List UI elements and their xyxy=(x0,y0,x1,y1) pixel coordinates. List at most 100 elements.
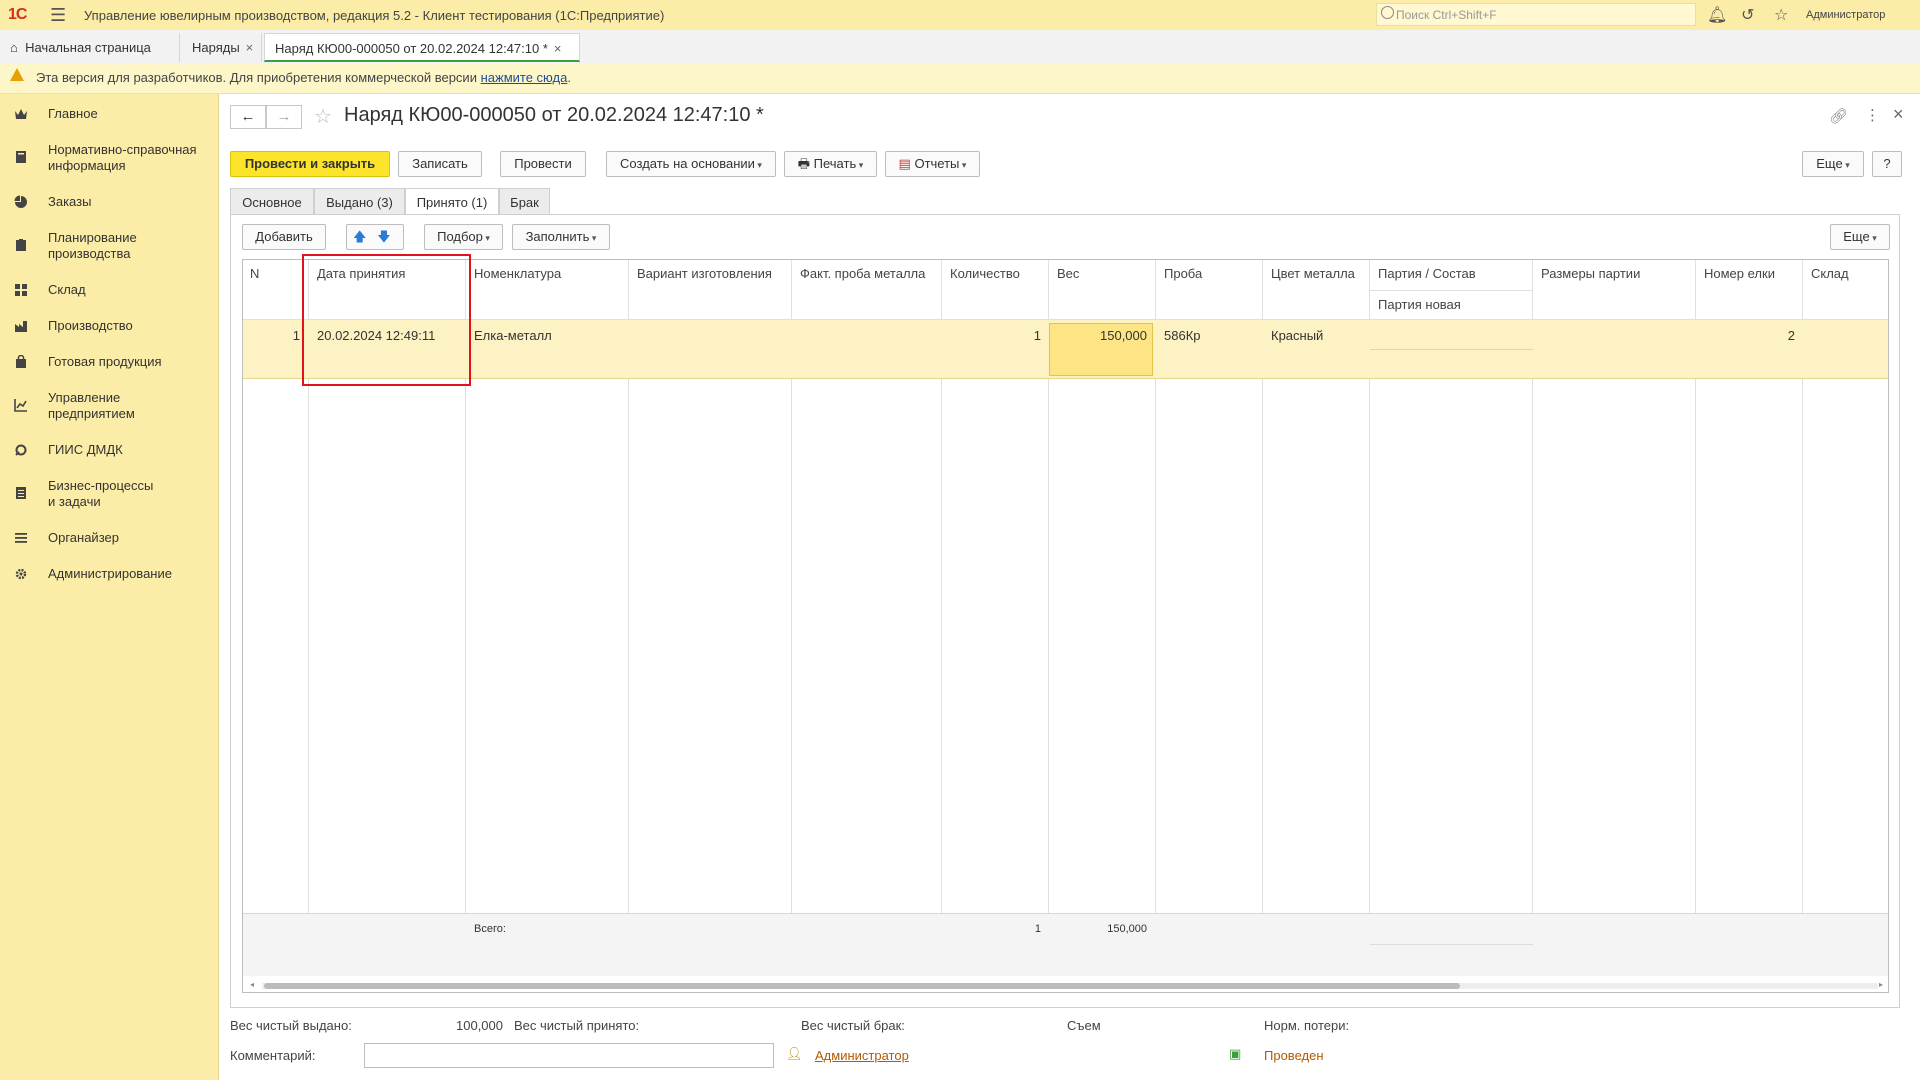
sidebar-item-label: Органайзер xyxy=(48,530,119,545)
table-more-button[interactable]: Еще xyxy=(1830,224,1890,250)
close-form-icon[interactable]: × xyxy=(1893,104,1904,125)
printer-icon: 🖶 xyxy=(797,156,811,171)
removal-label: Съем xyxy=(1067,1018,1101,1033)
net-received-label: Вес чистый принято: xyxy=(514,1018,640,1033)
tab-naryady[interactable]: Наряды × xyxy=(182,33,262,62)
tab-issued[interactable]: Выдано (3) xyxy=(314,188,405,215)
reports-label: Отчеты xyxy=(914,156,966,171)
tab-home[interactable]: ⌂ Начальная страница xyxy=(0,33,180,62)
cell-n[interactable]: 1 xyxy=(243,328,300,343)
factory-icon xyxy=(15,321,27,332)
column-header-warehouse[interactable]: Склад xyxy=(1811,266,1849,281)
scroll-right-icon[interactable]: ▸ xyxy=(1879,980,1883,989)
grid-icon xyxy=(15,284,27,296)
comment-label: Комментарий: xyxy=(230,1048,316,1063)
column-header-batch-size[interactable]: Размеры партии xyxy=(1541,266,1640,281)
save-button[interactable]: Записать xyxy=(398,151,482,177)
add-row-button[interactable]: Добавить xyxy=(242,224,326,250)
history-icon[interactable]: ↺ xyxy=(1741,5,1754,25)
favorites-star-icon[interactable]: ☆ xyxy=(1774,5,1788,25)
footer-total-label: Всего: xyxy=(474,923,506,935)
move-down-icon[interactable]: 🡇 xyxy=(377,229,390,244)
search-placeholder: Поиск Ctrl+Shift+F xyxy=(1396,8,1497,22)
scrollbar-thumb[interactable] xyxy=(264,983,1460,989)
list-icon xyxy=(16,487,26,499)
cell-proba[interactable]: 586Кр xyxy=(1164,328,1201,343)
net-issued-label: Вес чистый выдано: xyxy=(230,1018,352,1033)
column-header-weight[interactable]: Вес xyxy=(1057,266,1079,281)
footer-quantity: 1 xyxy=(1034,923,1041,935)
sidebar-item-label: Нормативно-справочная информация xyxy=(48,142,197,173)
banner-tail: . xyxy=(567,70,571,85)
more-vertical-icon[interactable]: ⋮ xyxy=(1865,106,1880,124)
move-buttons: 🡅 🡇 xyxy=(346,224,404,250)
create-based-on-button[interactable]: Создать на основании xyxy=(606,151,776,177)
column-header-n[interactable]: N xyxy=(250,266,259,281)
author-link[interactable]: Администратор xyxy=(815,1048,909,1063)
comment-field[interactable] xyxy=(364,1043,774,1068)
form-title: Наряд КЮ00-000050 от 20.02.2024 12:47:10… xyxy=(344,104,764,126)
sidebar-item-label: ГИИС ДМДК xyxy=(48,442,123,457)
document-status: Проведен xyxy=(1264,1048,1324,1063)
print-button[interactable]: 🖶 Печать xyxy=(784,151,877,177)
tab-naryady-label: Наряды xyxy=(192,40,240,55)
column-header-batch[interactable]: Партия / Состав xyxy=(1378,266,1476,281)
posted-status-icon: ▣ xyxy=(1229,1046,1242,1061)
sidebar-item-label: Склад xyxy=(48,282,86,297)
tab-received[interactable]: Принято (1) xyxy=(405,188,499,215)
norm-loss-label: Норм. потери: xyxy=(1264,1018,1350,1033)
banner-message: Эта версия для разработчиков. Для приобр… xyxy=(36,70,477,85)
move-up-icon[interactable]: 🡅 xyxy=(353,229,366,244)
sidebar-item-label: Администрирование xyxy=(48,566,172,581)
column-header-variant[interactable]: Вариант изготовления xyxy=(637,266,772,281)
report-icon: ▤ xyxy=(898,156,911,171)
footer-weight: 150,000 xyxy=(1107,923,1147,935)
sidebar-item-label: Бизнес-процессы и задачи xyxy=(48,478,154,509)
fill-button[interactable]: Заполнить xyxy=(512,224,610,250)
column-header-fact-proba[interactable]: Факт. проба металла xyxy=(800,266,925,281)
batch-cell-divider xyxy=(1370,349,1533,350)
close-icon[interactable]: × xyxy=(554,41,562,56)
tab-document[interactable]: Наряд КЮ00-000050 от 20.02.2024 12:47:10… xyxy=(264,33,580,62)
column-header-metal-color[interactable]: Цвет металла xyxy=(1271,266,1355,281)
column-header-tree-number[interactable]: Номер елки xyxy=(1704,266,1775,281)
organizer-icon xyxy=(15,533,27,543)
post-and-close-button[interactable]: Провести и закрыть xyxy=(230,151,390,177)
favorite-star-icon[interactable]: ☆ xyxy=(314,104,332,129)
forward-button[interactable]: → xyxy=(266,105,302,129)
net-issued-value: 100,000 xyxy=(456,1018,503,1033)
bell-icon[interactable]: 🔔︎ xyxy=(1707,5,1727,25)
tab-defect[interactable]: Брак xyxy=(499,188,550,215)
footer-divider xyxy=(1370,944,1533,945)
cell-weight[interactable]: 150,000 xyxy=(1049,328,1147,343)
scroll-left-icon[interactable]: ◂ xyxy=(250,980,254,989)
column-header-proba[interactable]: Проба xyxy=(1164,266,1202,281)
batch-header-divider xyxy=(1370,290,1533,291)
cell-nomenclature[interactable]: Елка-металл xyxy=(474,328,552,343)
current-user[interactable]: Администратор xyxy=(1806,9,1885,21)
column-header-nomenclature[interactable]: Номенклатура xyxy=(474,266,561,281)
cell-tree-number[interactable]: 2 xyxy=(1696,328,1795,343)
bag-icon xyxy=(16,355,26,368)
banner-text: Эта версия для разработчиков. Для приобр… xyxy=(36,70,571,85)
tab-document-label: Наряд КЮ00-000050 от 20.02.2024 12:47:10… xyxy=(275,41,548,56)
cell-metal-color[interactable]: Красный xyxy=(1271,328,1323,343)
post-button[interactable]: Провести xyxy=(500,151,586,177)
search-icon xyxy=(1381,6,1394,19)
tab-main[interactable]: Основное xyxy=(230,188,314,215)
link-icon[interactable]: 🔗︎ xyxy=(1829,107,1848,125)
close-icon[interactable]: × xyxy=(246,40,254,55)
app-title: Управление ювелирным производством, реда… xyxy=(84,8,665,23)
banner-link[interactable]: нажмите сюда xyxy=(481,70,568,85)
more-button[interactable]: Еще xyxy=(1802,151,1864,177)
column-header-quantity[interactable]: Количество xyxy=(950,266,1020,281)
net-defect-label: Вес чистый брак: xyxy=(801,1018,905,1033)
cell-quantity[interactable]: 1 xyxy=(942,328,1041,343)
column-subheader-batch-new[interactable]: Партия новая xyxy=(1378,297,1461,312)
selection-button[interactable]: Подбор xyxy=(424,224,503,250)
help-button[interactable]: ? xyxy=(1872,151,1902,177)
main-menu-icon[interactable]: ☰ xyxy=(50,5,66,26)
reports-button[interactable]: ▤ Отчеты xyxy=(885,151,980,177)
pie-icon xyxy=(14,195,27,208)
back-button[interactable]: ← xyxy=(230,105,266,129)
